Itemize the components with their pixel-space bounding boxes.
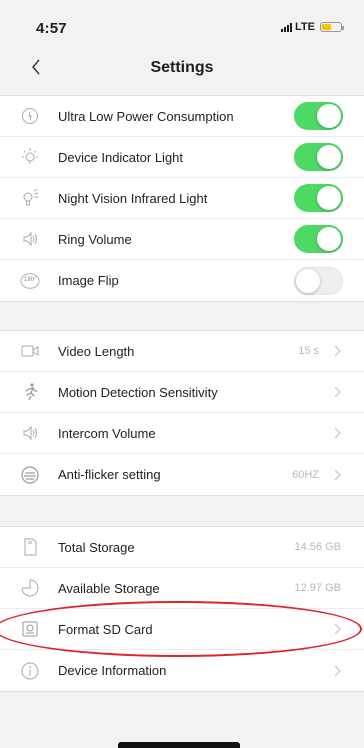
format-sd-icon xyxy=(20,619,40,639)
indicator-light-toggle[interactable] xyxy=(294,143,343,171)
setting-label: Format SD Card xyxy=(58,621,153,637)
speaker-icon xyxy=(20,229,40,249)
setting-label: Device Information xyxy=(58,663,167,678)
flicker-icon xyxy=(20,465,40,485)
setting-label: Motion Detection Sensitivity xyxy=(58,384,218,400)
setting-value: 14.56 GB xyxy=(294,541,341,553)
pie-chart-icon xyxy=(20,578,40,598)
sd-card-icon xyxy=(20,537,40,557)
battery-saver-icon xyxy=(20,106,40,126)
chevron-right-icon xyxy=(334,623,341,635)
setting-row-total-storage: Total Storage 14.56 GB xyxy=(0,527,364,568)
setting-row-ultra-low-power: Ultra Low Power Consumption xyxy=(0,96,364,137)
chevron-right-icon xyxy=(334,427,341,439)
image-flip-toggle[interactable] xyxy=(294,266,343,295)
setting-row-night-vision: Night Vision Infrared Light xyxy=(0,178,364,219)
setting-label: Night Vision Infrared Light xyxy=(58,190,208,206)
nav-bar: Settings xyxy=(0,44,364,92)
setting-value: 60HZ xyxy=(292,468,319,481)
battery-icon xyxy=(320,22,344,32)
setting-label: Intercom Volume xyxy=(58,425,156,441)
setting-row-anti-flicker[interactable]: Anti-flicker setting 60HZ xyxy=(0,454,364,495)
setting-row-image-flip: 180° Image Flip xyxy=(0,260,364,301)
chevron-right-icon xyxy=(334,665,341,676)
setting-label: Ring Volume xyxy=(58,231,132,247)
status-indicators: LTE xyxy=(281,21,344,33)
network-type: LTE xyxy=(295,21,315,33)
chevron-right-icon xyxy=(334,469,341,480)
setting-value: 15 s xyxy=(298,345,319,357)
video-icon xyxy=(20,341,40,361)
home-indicator xyxy=(118,742,240,748)
setting-label: Image Flip xyxy=(58,273,119,288)
setting-row-motion-detection[interactable]: Motion Detection Sensitivity xyxy=(0,372,364,413)
signal-icon xyxy=(281,22,293,32)
ring-volume-toggle[interactable] xyxy=(294,225,343,253)
chevron-right-icon xyxy=(334,345,341,357)
setting-label: Device Indicator Light xyxy=(58,149,184,165)
status-time: 4:57 xyxy=(36,20,67,37)
infrared-bulb-icon xyxy=(20,188,40,208)
speaker-icon xyxy=(20,423,40,443)
setting-row-device-info[interactable]: Device Information xyxy=(0,650,364,691)
flip-icon-text: 180° xyxy=(24,276,37,283)
setting-label: Ultra Low Power Consumption xyxy=(58,108,234,124)
setting-row-available-storage: Available Storage 12.97 GB xyxy=(0,568,364,609)
setting-value: 12.97 GB xyxy=(294,582,341,594)
storage-section: Total Storage 14.56 GB Available Storage… xyxy=(0,526,364,692)
page-title: Settings xyxy=(150,59,214,76)
info-icon xyxy=(20,661,40,681)
setting-row-ring-volume: Ring Volume xyxy=(0,219,364,260)
setting-label: Available Storage xyxy=(58,580,160,596)
setting-label: Video Length xyxy=(58,343,135,359)
ultra-low-power-toggle[interactable] xyxy=(294,102,343,130)
setting-label: Anti-flicker setting xyxy=(58,467,161,482)
night-vision-toggle[interactable] xyxy=(294,184,343,212)
setting-label: Total Storage xyxy=(58,539,135,555)
setting-row-intercom-volume[interactable]: Intercom Volume xyxy=(0,413,364,454)
toggles-section: Ultra Low Power Consumption Device Indic… xyxy=(0,95,364,302)
setting-row-video-length[interactable]: Video Length 15 s xyxy=(0,331,364,372)
setting-row-format-sd[interactable]: Format SD Card xyxy=(0,609,364,650)
running-person-icon xyxy=(20,382,40,402)
lightbulb-icon xyxy=(20,147,40,167)
flip-180-icon: 180° xyxy=(20,271,40,291)
setting-row-indicator-light: Device Indicator Light xyxy=(0,137,364,178)
video-audio-section: Video Length 15 s Motion Detection Sensi… xyxy=(0,330,364,496)
status-bar: 4:57 LTE xyxy=(0,0,364,44)
chevron-right-icon xyxy=(334,386,341,398)
